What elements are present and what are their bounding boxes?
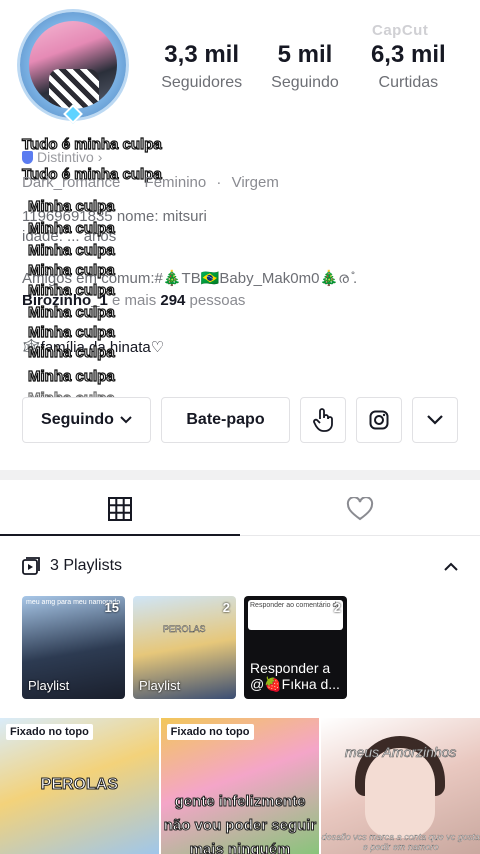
playlist-label: Playlist <box>139 678 181 693</box>
avatar-image <box>29 21 117 109</box>
playlist-card[interactable]: meu amg para meu namorado 15 Playlist <box>22 596 125 699</box>
capcut-watermark: CapCut <box>372 22 429 39</box>
tab-liked[interactable] <box>240 482 480 535</box>
video-thumbnail[interactable]: meus Amorzinhos desafio vcs marca a cont… <box>321 718 480 854</box>
stat-likes[interactable]: 6,3 mil Curtidas <box>357 40 460 92</box>
chevron-down-icon <box>427 415 443 425</box>
badge-link[interactable]: Distintivo › <box>22 149 102 165</box>
handle-text: Dark_romance <box>22 174 121 191</box>
video-caption: desafio vcs marca a conta que vc gosta e… <box>321 832 480 852</box>
profile-stats: 3,3 mil Seguidores 5 mil Seguindo 6,3 mi… <box>150 40 460 92</box>
playlist-label: Playlist <box>28 678 70 693</box>
followed-by-count: 294 <box>160 292 186 309</box>
instagram-button[interactable] <box>356 397 402 443</box>
overlay-line-8: Minha culpa <box>27 343 115 361</box>
heart-icon <box>346 496 374 520</box>
profile-avatar[interactable] <box>20 12 126 124</box>
followed-by-mid: e mais <box>107 292 161 309</box>
shield-icon <box>22 150 33 164</box>
following-label: Seguindo <box>271 74 339 91</box>
badge-label: Distintivo <box>37 149 94 165</box>
followers-label: Seguidores <box>161 74 243 91</box>
playlist-card[interactable]: Responder ao comentário de 2 Responder a… <box>244 596 347 699</box>
chevron-down-icon <box>120 416 132 424</box>
poke-button[interactable] <box>300 397 346 443</box>
video-thumbnail[interactable]: Fixado no topo PEROLAS <box>0 718 159 854</box>
following-button-label: Seguindo <box>41 411 114 428</box>
profile-actions: Seguindo Bate-papo <box>22 397 458 443</box>
avatar-outfit <box>49 69 99 109</box>
video-grid: Fixado no topo PEROLAS Fixado no topo ge… <box>0 718 480 854</box>
profile-meta: Dark_romance Feminino · Virgem <box>22 174 279 191</box>
playlist-label: Responder a @🍓Fıkнa d... <box>250 660 340 692</box>
gender-text: Feminino <box>144 174 207 191</box>
overlay-line-1: Minha culpa <box>27 197 115 215</box>
followed-by-suffix: pessoas <box>185 292 246 309</box>
following-count: 5 mil <box>277 41 333 68</box>
chat-button-label: Bate-papo <box>186 411 265 428</box>
video-overlay-text: meus Amorzinhos <box>344 744 457 761</box>
followers-count: 3,3 mil <box>164 41 240 68</box>
likes-count: 6,3 mil <box>370 41 446 68</box>
chat-button[interactable]: Bate-papo <box>161 397 290 443</box>
playlists-list: meu amg para meu namorado 15 Playlist PE… <box>22 596 347 699</box>
chevron-up-icon[interactable] <box>444 562 458 571</box>
profile-tabs <box>0 482 480 536</box>
overlay-line-2: Minha culpa <box>27 219 115 237</box>
playlist-count: 2 <box>333 600 341 615</box>
tab-videos[interactable] <box>0 482 240 536</box>
instagram-icon <box>369 410 389 430</box>
hand-pointer-icon <box>313 408 333 432</box>
following-button[interactable]: Seguindo <box>22 397 151 443</box>
likes-label: Curtidas <box>378 74 439 91</box>
thumbnail-face <box>365 748 436 838</box>
video-overlay-text: gente infelizmente não vou poder seguir … <box>163 793 317 854</box>
sign-text: Virgem <box>231 174 279 191</box>
chevron-right-icon: › <box>97 149 103 165</box>
playlist-count: 15 <box>104 600 119 615</box>
more-button[interactable] <box>412 397 458 443</box>
grid-icon <box>108 496 132 521</box>
overlay-line-3: Minha culpa <box>27 241 115 259</box>
stat-following[interactable]: 5 mil Seguindo <box>253 40 356 92</box>
stat-followers[interactable]: 3,3 mil Seguidores <box>150 40 253 92</box>
playlist-card[interactable]: PEROLAS 2 Playlist <box>133 596 236 699</box>
separator-dot: · <box>216 174 222 191</box>
playlist-caption: Responder ao comentário de <box>248 600 343 630</box>
pinned-badge: Fixado no topo <box>166 724 254 740</box>
playlists-title: 3 Playlists <box>50 557 123 574</box>
video-overlay-text: PEROLAS <box>40 776 118 794</box>
overlay-line-9: Minha culpa <box>27 367 115 385</box>
pinned-badge: Fixado no topo <box>6 724 93 740</box>
playlists-header[interactable]: 3 Playlists <box>22 554 458 578</box>
overlay-line-6: Minha culpa <box>27 303 115 321</box>
video-thumbnail[interactable]: Fixado no topo gente infelizmente não vo… <box>160 718 320 854</box>
playlist-count: 2 <box>222 600 230 615</box>
playlist-icon <box>22 557 40 575</box>
section-divider <box>0 470 480 480</box>
playlist-caption: PEROLAS <box>163 624 206 634</box>
